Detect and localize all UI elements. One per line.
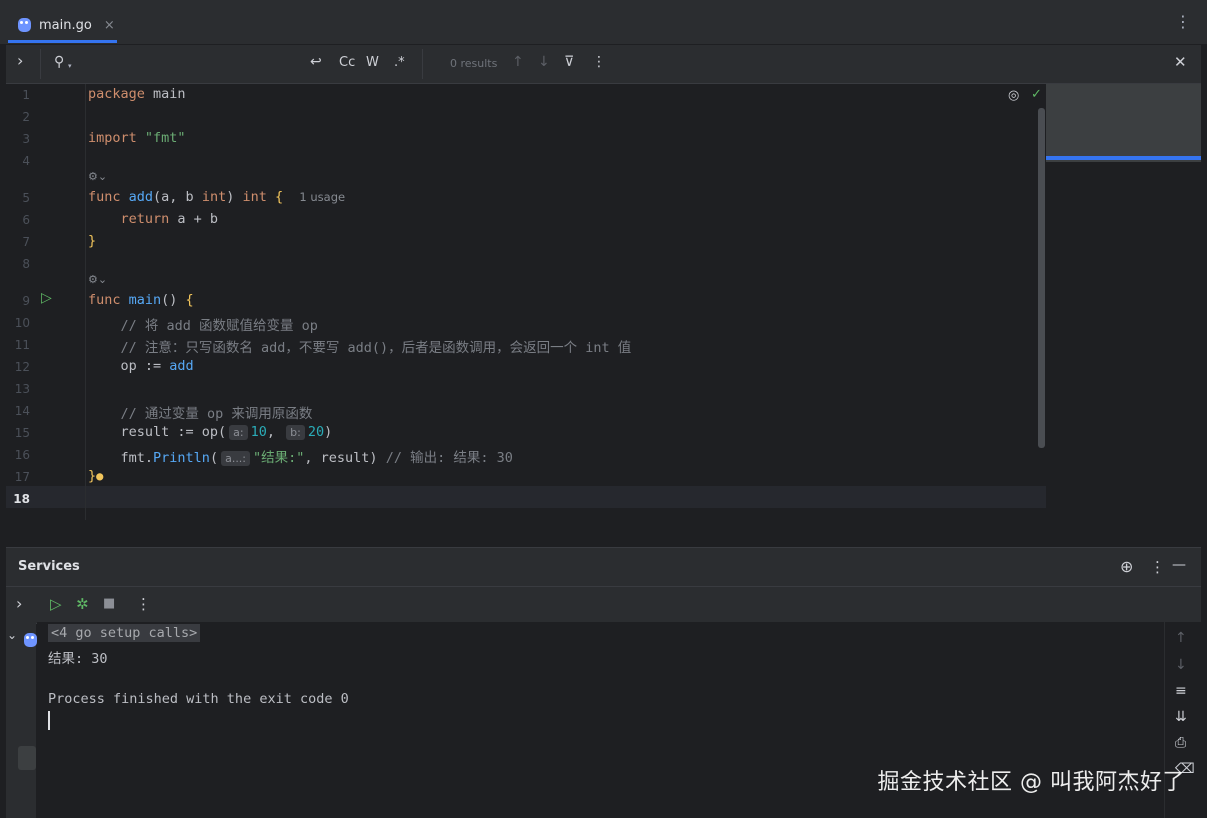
line-number: 11 — [14, 338, 30, 352]
close-find-icon[interactable]: ✕ — [1174, 53, 1187, 71]
go-file-icon — [18, 18, 31, 32]
code-line-5: func add(a, b int) int { 1 usage — [88, 189, 346, 205]
code-lens-icon[interactable]: ⚙⌄ — [88, 273, 107, 286]
minimize-icon[interactable]: — — [1172, 557, 1186, 573]
minimap[interactable] — [1046, 84, 1201, 162]
code-line-12: op := add — [88, 358, 194, 374]
services-tree[interactable]: ⌄ — [6, 622, 37, 818]
whole-words-button[interactable]: W — [366, 55, 379, 70]
lightbulb-icon[interactable]: ● — [96, 469, 103, 483]
line-number: 14 — [14, 404, 30, 418]
stop-icon[interactable]: ■ — [103, 596, 115, 611]
debug-icon[interactable]: ✲ — [76, 595, 89, 613]
tree-expand-icon[interactable]: ⌄ — [7, 628, 17, 642]
code-line-16: fmt.Println(a...: "结果:", result) // 输出: 结… — [88, 450, 513, 466]
line-number: 12 — [14, 360, 30, 374]
next-occurrence-icon[interactable]: ↓ — [538, 54, 550, 70]
run-main-icon[interactable]: ▷ — [41, 290, 52, 306]
filter-icon[interactable]: ⊽ — [564, 54, 574, 70]
divider — [40, 49, 41, 79]
code-line-14: // 通过变量 op 来调用原函数 — [88, 406, 313, 422]
services-title: Services — [18, 559, 80, 574]
up-stack-icon[interactable]: ↑ — [1175, 630, 1187, 646]
line-number: 1 — [22, 88, 30, 102]
gutter-divider — [85, 84, 86, 520]
code-line-17: }● — [88, 468, 104, 484]
tree-scroll-thumb[interactable] — [18, 746, 36, 770]
no-problems-check-icon[interactable]: ✓ — [1031, 87, 1042, 102]
code-line-3: import "fmt" — [88, 130, 186, 146]
tab-main-go[interactable]: main.go × — [8, 6, 125, 44]
code-line-6: return a + b — [88, 211, 219, 227]
tab-bar: main.go × ⋮ — [0, 0, 1207, 45]
setup-calls-fold[interactable]: <4 go setup calls> — [48, 624, 201, 642]
match-case-button[interactable]: Cc — [339, 55, 355, 70]
line-number: 7 — [22, 235, 30, 249]
current-line-highlight — [6, 486, 1046, 508]
param-hint: a: — [229, 425, 248, 440]
line-number: 10 — [14, 316, 30, 330]
divider — [422, 49, 423, 79]
regex-button[interactable]: .* — [394, 55, 405, 70]
line-number: 13 — [14, 382, 30, 396]
param-hint: b: — [286, 425, 305, 440]
tab-label: main.go — [39, 17, 92, 33]
line-number: 5 — [22, 191, 30, 205]
code-line-7: } — [88, 233, 97, 249]
print-icon[interactable]: ⎙ — [1175, 735, 1186, 751]
find-bar: › ⚲ ▾ ↩ Cc W .* 0 results ↑ ↓ ⊽ ⋮ ✕ — [6, 45, 1201, 84]
text-cursor — [48, 711, 50, 730]
line-number: 6 — [22, 213, 30, 227]
code-editor[interactable]: 1 2 3 4 5 6 7 8 9 10 11 12 13 14 15 16 1… — [6, 84, 1201, 520]
search-history-icon[interactable]: ⚲ — [54, 54, 64, 70]
reader-mode-icon[interactable]: ◎ — [1008, 88, 1019, 103]
line-number-current: 18 — [13, 492, 30, 506]
line-number: 3 — [22, 132, 30, 146]
expand-replace-icon[interactable]: › — [17, 51, 23, 70]
line-number: 15 — [14, 426, 30, 440]
previous-occurrence-icon[interactable]: ↑ — [512, 54, 524, 70]
code-line-1: package main — [88, 86, 186, 102]
search-results-count: 0 results — [450, 57, 498, 70]
code-line-10: // 将 add 函数赋值给变量 op — [88, 318, 318, 334]
run-icon[interactable]: ▷ — [50, 595, 62, 613]
line-number: 4 — [22, 154, 30, 168]
crosshair-icon[interactable]: ⊕ — [1120, 557, 1133, 576]
tab-close-icon[interactable]: × — [104, 18, 115, 33]
toolbar-more-icon[interactable]: ⋮ — [136, 595, 151, 613]
expand-tree-icon[interactable]: › — [16, 594, 22, 613]
line-number: 2 — [22, 110, 30, 124]
line-number: 9 — [22, 294, 30, 308]
chevron-down-icon: ▾ — [68, 62, 72, 70]
editor-scrollbar[interactable] — [1038, 108, 1045, 448]
active-tab-indicator — [8, 40, 117, 43]
newline-icon[interactable]: ↩ — [310, 54, 322, 70]
services-header: Services ⊕ ⋮ — — [6, 547, 1201, 586]
minimap-viewport — [1046, 156, 1201, 160]
line-number: 17 — [14, 470, 30, 484]
down-stack-icon[interactable]: ↓ — [1175, 657, 1187, 673]
go-run-config-icon[interactable] — [24, 633, 37, 647]
console-line: Process finished with the exit code 0 — [48, 691, 349, 707]
line-number: 16 — [14, 448, 30, 462]
services-more-icon[interactable]: ⋮ — [1150, 558, 1165, 576]
watermark: 掘金技术社区 @ 叫我阿杰好了 — [877, 770, 1185, 795]
param-hint: a...: — [221, 451, 251, 466]
usage-hint[interactable]: 1 usage — [299, 190, 345, 204]
code-lens-icon[interactable]: ⚙⌄ — [88, 170, 107, 183]
scroll-to-end-icon[interactable]: ⇊ — [1175, 709, 1187, 725]
services-toolbar: › ▷ ✲ ■ ⋮ — [6, 586, 1201, 624]
code-line-15: result := op(a: 10, b: 20) — [88, 424, 333, 440]
line-number: 8 — [22, 257, 30, 271]
search-more-icon[interactable]: ⋮ — [592, 54, 606, 70]
console-line: 结果: 30 — [48, 651, 108, 667]
tab-more-icon[interactable]: ⋮ — [1175, 12, 1191, 31]
code-line-9: func main() { — [88, 292, 194, 308]
code-line-11: // 注意：只写函数名 add，不要写 add()，后者是函数调用，会返回一个 … — [88, 340, 632, 356]
soft-wrap-icon[interactable]: ≡ — [1175, 683, 1187, 699]
console-line: <4 go setup calls> — [48, 624, 201, 642]
